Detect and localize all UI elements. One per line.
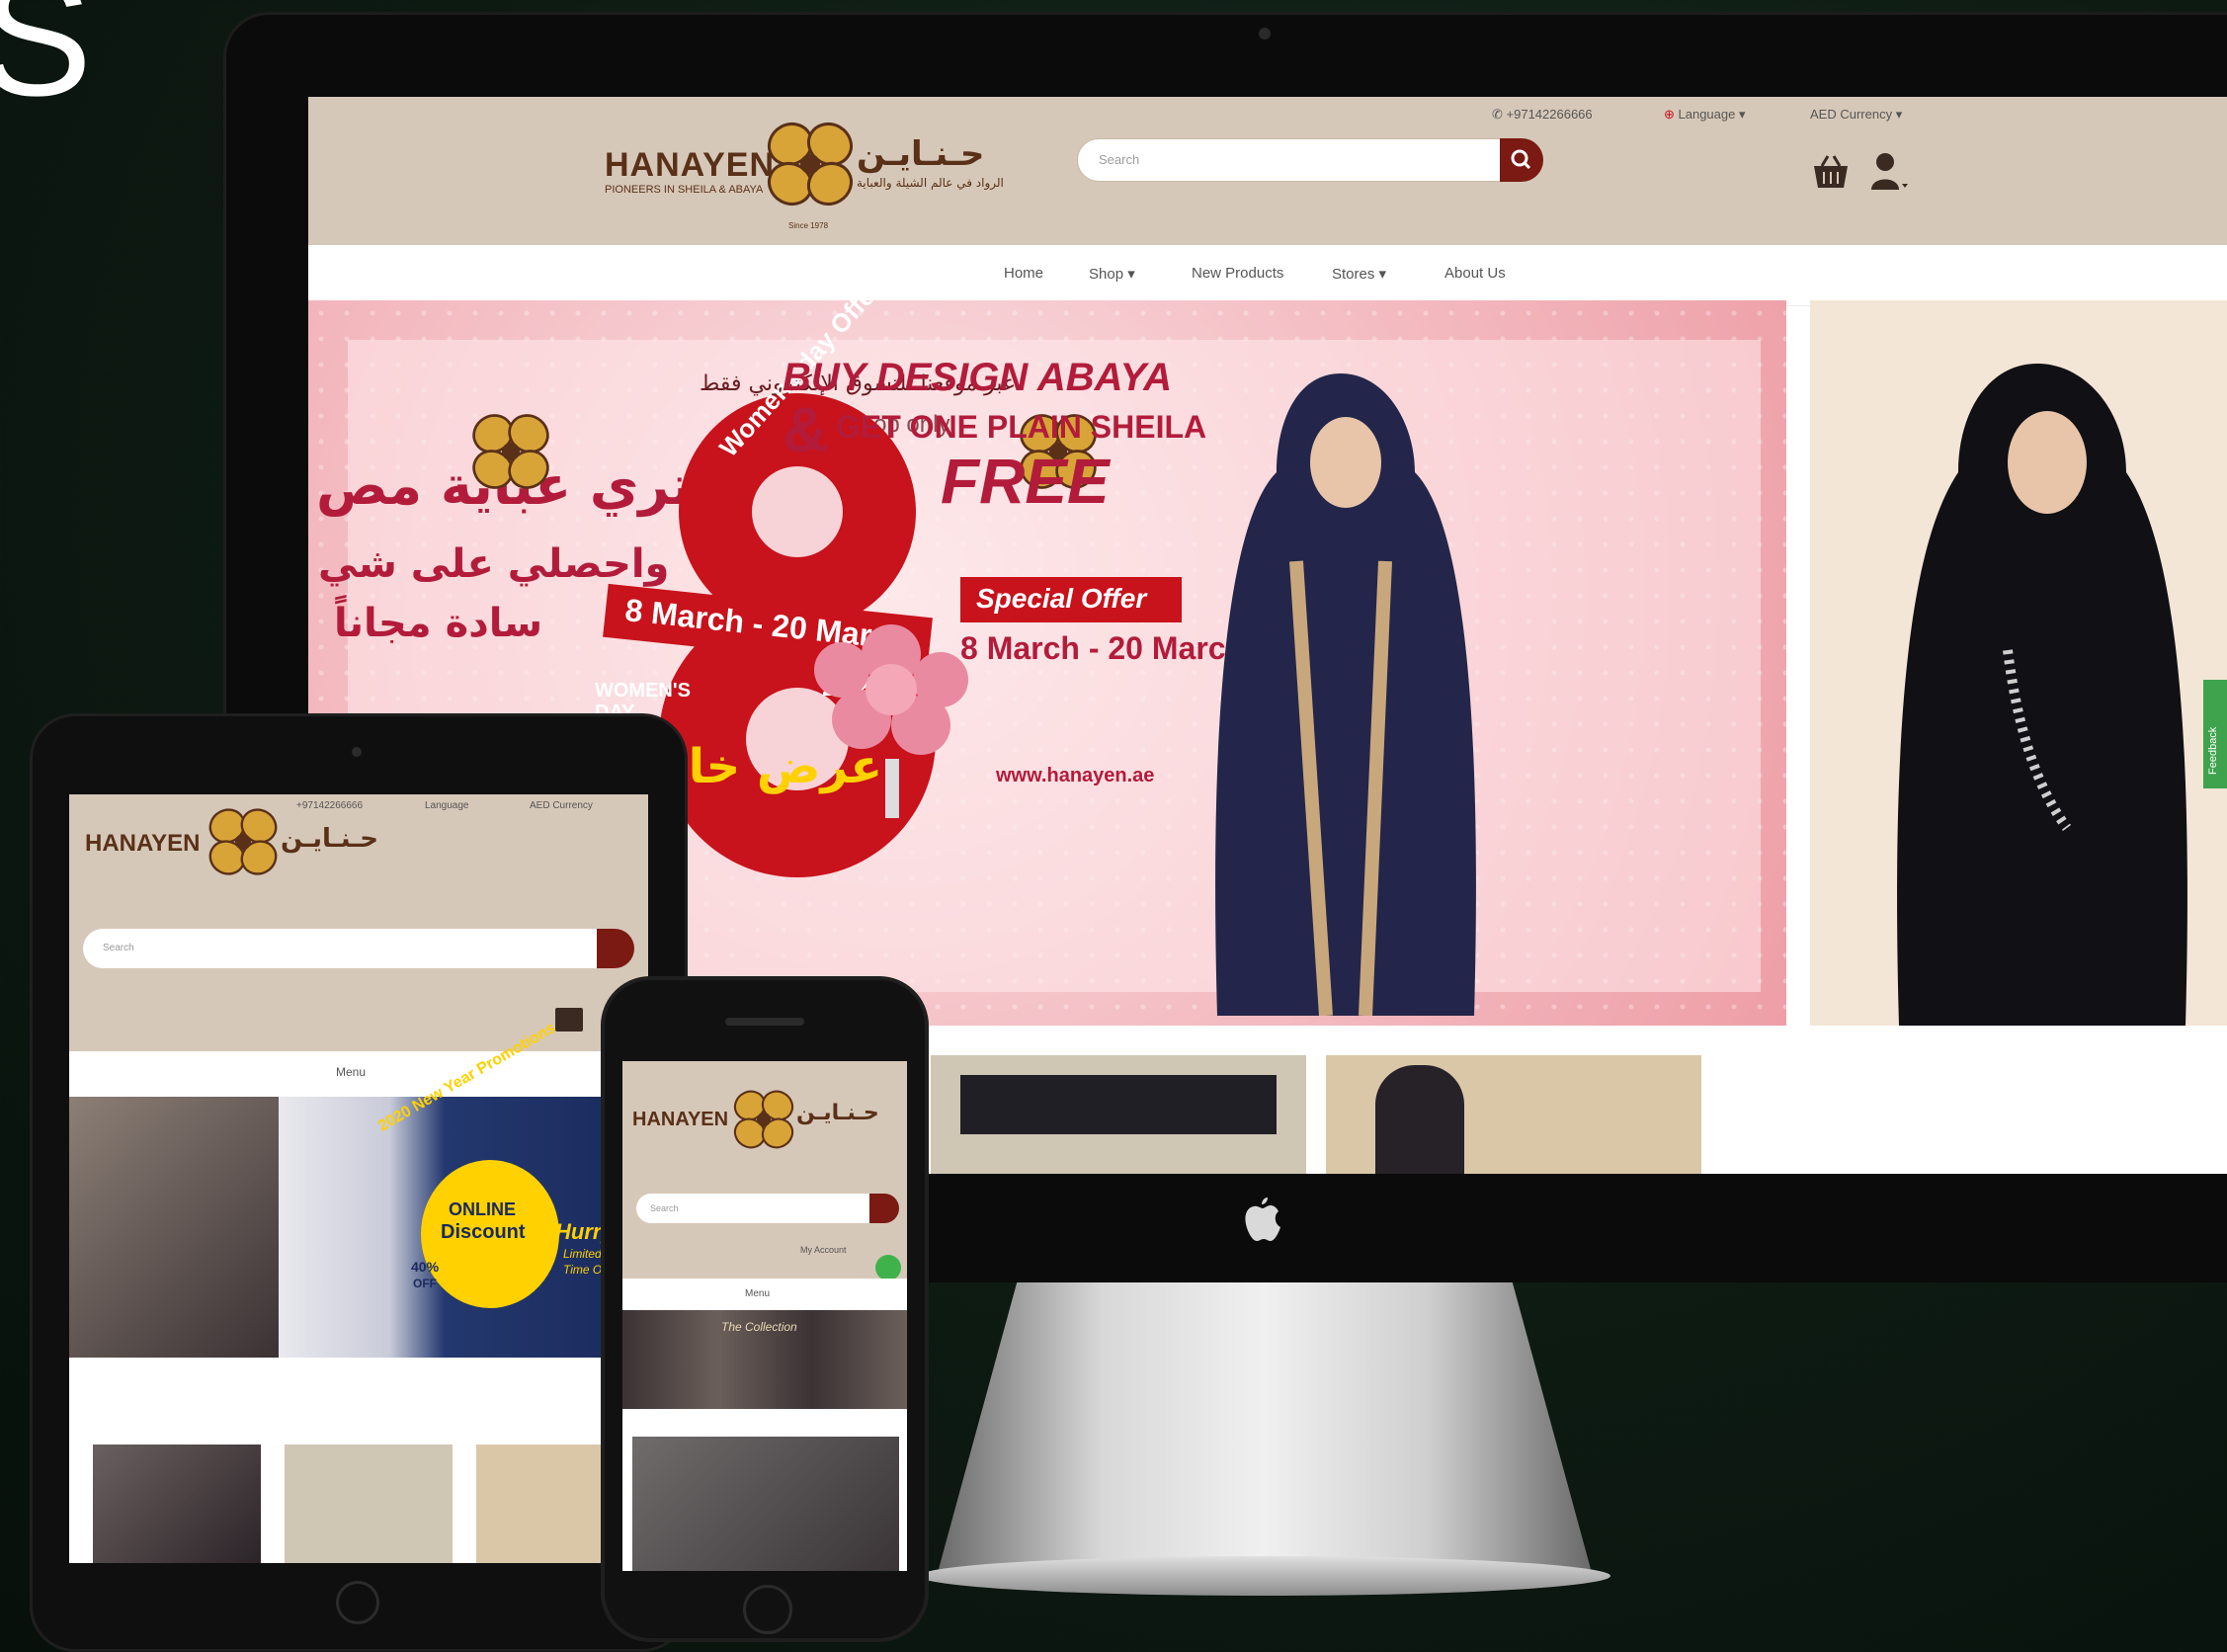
hero-url[interactable]: www.hanayen.ae [996, 765, 1154, 787]
phone-collection-label: The Collection [721, 1320, 797, 1334]
chat-icon[interactable] [875, 1255, 901, 1280]
phone-number[interactable]: ✆ +97142266666 [1492, 107, 1593, 123]
tablet-menu[interactable]: Menu [336, 1065, 366, 1079]
currency-label: AED Currency [1810, 107, 1893, 122]
brand-tagline: PIONEERS IN SHEILA & ABAYA [605, 184, 764, 196]
brand-since: Since 1978 [788, 221, 829, 230]
tablet-screen: +97142266666 Language AED Currency HANAY… [69, 794, 648, 1563]
promo-percent: 40% [411, 1259, 440, 1275]
phone-screen: HANAYEN حـنـايـن Search My Account Menu … [622, 1061, 907, 1571]
tablet-product-tile[interactable] [93, 1445, 261, 1563]
user-icon[interactable] [1869, 150, 1909, 194]
phone-brand[interactable]: HANAYEN [632, 1109, 728, 1131]
nav-stores[interactable]: Stores ▾ [1332, 265, 1386, 283]
promo-online: ONLINE [449, 1199, 517, 1219]
feedback-label: Feedback [2207, 726, 2219, 775]
monitor-camera [1259, 28, 1271, 40]
model-in-abaya [1215, 373, 1476, 1016]
brand-flower-icon [767, 122, 854, 206]
phone-home-button[interactable] [743, 1585, 792, 1634]
brand-flower-icon [733, 1090, 794, 1149]
apple-logo-icon [1245, 1198, 1280, 1241]
phone-search-button[interactable] [869, 1194, 899, 1223]
tablet-phone[interactable]: +97142266666 [296, 800, 363, 811]
tablet-camera [352, 747, 362, 757]
brand-logo-text[interactable]: HANAYEN [605, 146, 775, 185]
hero-arabic-line3: سادة مجاناً [334, 601, 543, 646]
language-icon: ⊕ [1664, 107, 1679, 122]
language-label: Language [1678, 107, 1736, 122]
phone-product-banner[interactable] [632, 1437, 899, 1571]
brand-flower-icon [208, 808, 278, 875]
tablet-search-placeholder: Search [103, 943, 134, 953]
phone-text: +97142266666 [1506, 107, 1593, 122]
search-input[interactable] [1077, 138, 1502, 182]
tablet-banner-photo[interactable] [69, 1097, 279, 1358]
currency-selector[interactable]: AED Currency ▾ [1810, 107, 1902, 123]
hero-get-text: GET ONE PLAIN SHEILA [836, 409, 1207, 445]
model-in-black-abaya [1897, 364, 2187, 1026]
hero-arabic-line2: واحصلي على شي [318, 541, 670, 587]
product-tile[interactable] [931, 1055, 1306, 1174]
language-selector[interactable]: ⊕ Language ▾ [1664, 107, 1746, 123]
hero-ampersand: & [783, 394, 829, 465]
phone-menu[interactable]: Menu [745, 1288, 770, 1299]
tablet-language[interactable]: Language [425, 800, 469, 811]
tablet-brand-arabic: حـنـايـن [281, 824, 378, 854]
monitor-stand-base [919, 1556, 1610, 1596]
monitor-stand [939, 1282, 1591, 1569]
phone-icon: ✆ [1492, 107, 1507, 122]
search-button[interactable] [1500, 138, 1543, 182]
corner-text: S [0, 0, 92, 131]
promo-off: OFF [413, 1277, 437, 1290]
nav-shop[interactable]: Shop ▾ [1089, 265, 1135, 283]
hero-free-text: FREE [941, 446, 1110, 517]
tablet-home-button[interactable] [336, 1581, 379, 1624]
phone-search-placeholder: Search [650, 1203, 679, 1213]
tablet-currency[interactable]: AED Currency [530, 800, 593, 811]
cart-icon[interactable] [1810, 152, 1852, 192]
search-placeholder: Search [1099, 152, 1140, 167]
gold-flower-icon [472, 414, 549, 489]
promo-limited: Limited [563, 1247, 602, 1261]
nav-home[interactable]: Home [1004, 265, 1043, 282]
cart-icon[interactable] [555, 1008, 583, 1032]
brand-arabic: حـنـايـن [857, 134, 985, 174]
tablet-brand[interactable]: HANAYEN [85, 830, 200, 858]
search-icon [1511, 149, 1531, 170]
phone-brand-arabic: حـنـايـن [796, 1101, 879, 1125]
phone-speaker [725, 1018, 804, 1026]
product-tile[interactable] [1326, 1055, 1701, 1174]
nav-new-products[interactable]: New Products [1192, 265, 1283, 282]
nav-about-us[interactable]: About Us [1444, 265, 1506, 282]
brand-arabic-tagline: الرواد في عالم الشيلة والعباية [857, 176, 1004, 190]
tablet-product-tile[interactable] [285, 1445, 453, 1563]
hero-buy-text: BUY DESIGN ABAYA [783, 356, 1173, 399]
special-offer-text: Special Offer [976, 583, 1147, 614]
phone-account[interactable]: My Account [800, 1245, 847, 1255]
tablet-search-input[interactable] [83, 929, 597, 968]
promo-discount: Discount [441, 1221, 526, 1243]
